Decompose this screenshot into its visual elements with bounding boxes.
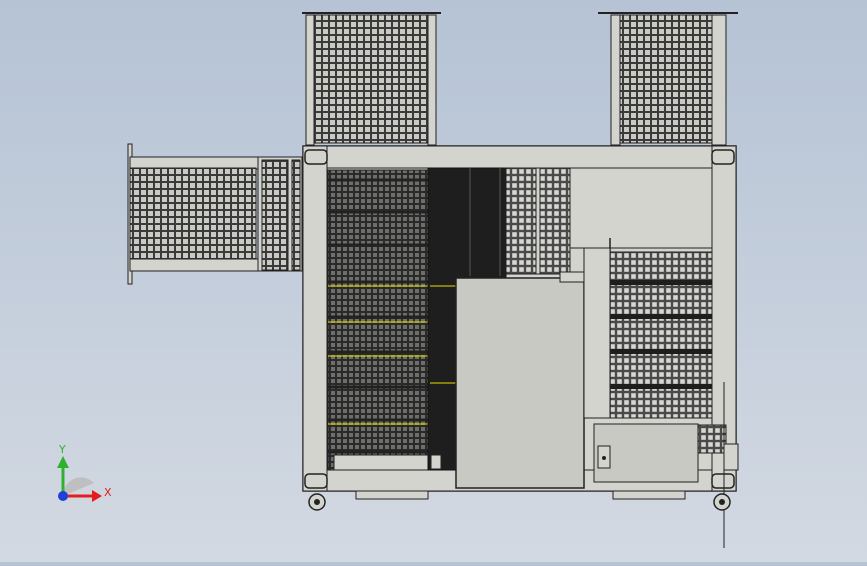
x-axis-label: X (104, 486, 112, 499)
assembly-drawing (127, 12, 739, 548)
z-axis-dot (58, 491, 68, 501)
cover-plate[interactable] (455, 271, 585, 489)
left-feeder[interactable] (127, 143, 303, 285)
top-left-chute[interactable] (302, 12, 441, 146)
top-right-chute[interactable] (598, 12, 738, 146)
bottom-feet (308, 490, 731, 511)
orientation-triad: Y X (40, 438, 120, 518)
x-arrow-icon (92, 490, 102, 502)
left-conveyor-bank[interactable] (327, 169, 429, 471)
y-arrow-icon (57, 456, 69, 468)
y-axis-label: Y (58, 443, 66, 456)
triad-plane (62, 477, 94, 496)
cad-viewport[interactable] (0, 0, 867, 562)
